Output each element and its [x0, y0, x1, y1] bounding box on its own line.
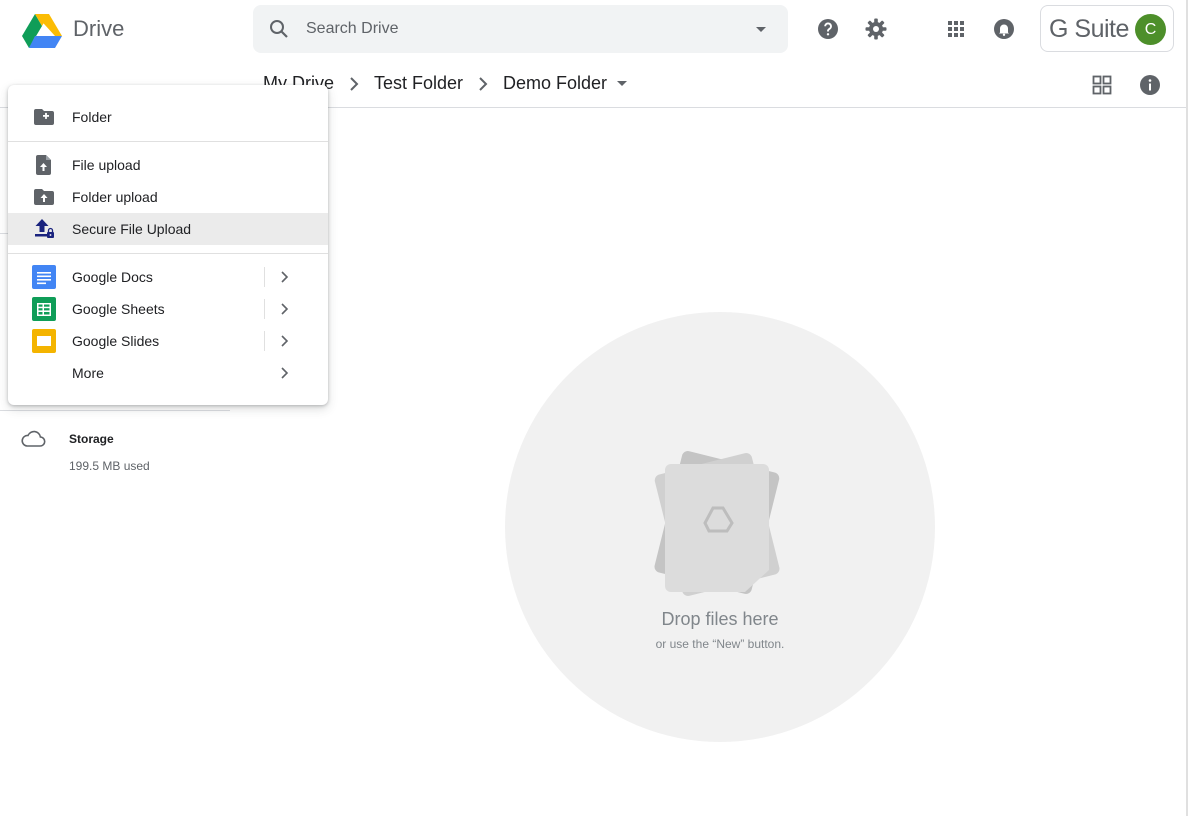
chevron-right-icon[interactable] — [276, 333, 292, 349]
menu-item-folder[interactable]: Folder — [8, 101, 328, 133]
new-item-menu: Folder File upload Folder upload Secure … — [8, 85, 328, 405]
account-switcher[interactable]: G Suite C — [1040, 5, 1174, 52]
file-upload-icon — [36, 155, 51, 175]
menu-item-label: Google Sheets — [72, 301, 165, 317]
menu-item-separator — [264, 331, 265, 351]
apps-grid-icon[interactable] — [944, 17, 968, 41]
google-docs-icon — [32, 265, 56, 289]
storage-used: 199.5 MB used — [69, 459, 150, 473]
menu-item-label: Folder — [72, 109, 112, 125]
menu-item-file-upload[interactable]: File upload — [8, 149, 328, 181]
drive-logo-icon[interactable] — [22, 12, 62, 48]
secure-upload-icon — [35, 219, 54, 238]
chevron-right-icon — [479, 77, 488, 91]
search-options-dropdown-icon[interactable] — [749, 17, 773, 41]
cloud-icon — [21, 430, 46, 447]
menu-item-label: Google Slides — [72, 333, 160, 349]
menu-item-label: More — [72, 365, 104, 381]
google-slides-icon — [32, 329, 56, 353]
menu-item-more[interactable]: More — [8, 357, 328, 389]
menu-divider — [8, 141, 328, 142]
sidebar-divider — [0, 233, 8, 234]
avatar[interactable]: C — [1135, 14, 1166, 45]
chevron-right-icon[interactable] — [276, 269, 292, 285]
info-icon[interactable] — [1138, 73, 1162, 97]
notifications-icon[interactable] — [992, 17, 1016, 41]
settings-icon[interactable] — [864, 17, 888, 41]
breadcrumb-test-folder[interactable]: Test Folder — [374, 73, 463, 94]
menu-item-separator — [264, 267, 265, 287]
app-name[interactable]: Drive — [73, 16, 124, 42]
chevron-right-icon[interactable] — [276, 365, 292, 381]
chevron-right-icon[interactable] — [276, 301, 292, 317]
gsuite-brand: G Suite — [1049, 15, 1129, 43]
drop-files-subtitle: or use the “New” button. — [655, 637, 785, 651]
menu-item-separator — [264, 299, 265, 319]
storage-title[interactable]: Storage — [69, 432, 114, 446]
menu-divider — [8, 253, 328, 254]
drop-files-title: Drop files here — [661, 609, 779, 629]
new-folder-icon — [34, 109, 54, 125]
breadcrumb-demo-folder[interactable]: Demo Folder — [503, 73, 607, 94]
menu-item-google-sheets[interactable]: Google Sheets — [8, 293, 328, 325]
menu-item-folder-upload[interactable]: Folder upload — [8, 181, 328, 213]
search-icon[interactable] — [267, 17, 291, 41]
help-icon[interactable] — [816, 17, 840, 41]
menu-item-label: Folder upload — [72, 189, 158, 205]
search-input[interactable]: Search Drive — [306, 20, 398, 38]
folder-upload-icon — [34, 189, 54, 205]
folder-menu-dropdown-icon[interactable] — [612, 73, 632, 93]
drive-files-illustration-icon — [654, 451, 780, 596]
menu-item-label: Google Docs — [72, 269, 153, 285]
google-sheets-icon — [32, 297, 56, 321]
top-header: Drive Search Drive G Suite C — [0, 0, 1188, 58]
menu-item-google-slides[interactable]: Google Slides — [8, 325, 328, 357]
chevron-right-icon — [350, 77, 359, 91]
menu-item-google-docs[interactable]: Google Docs — [8, 261, 328, 293]
menu-item-label: Secure File Upload — [72, 221, 192, 237]
grid-view-icon[interactable] — [1090, 73, 1114, 97]
search-bar[interactable]: Search Drive — [253, 5, 788, 53]
menu-item-secure-file-upload[interactable]: Secure File Upload — [8, 213, 328, 245]
sidebar-divider — [0, 410, 230, 411]
menu-item-label: File upload — [72, 157, 141, 173]
